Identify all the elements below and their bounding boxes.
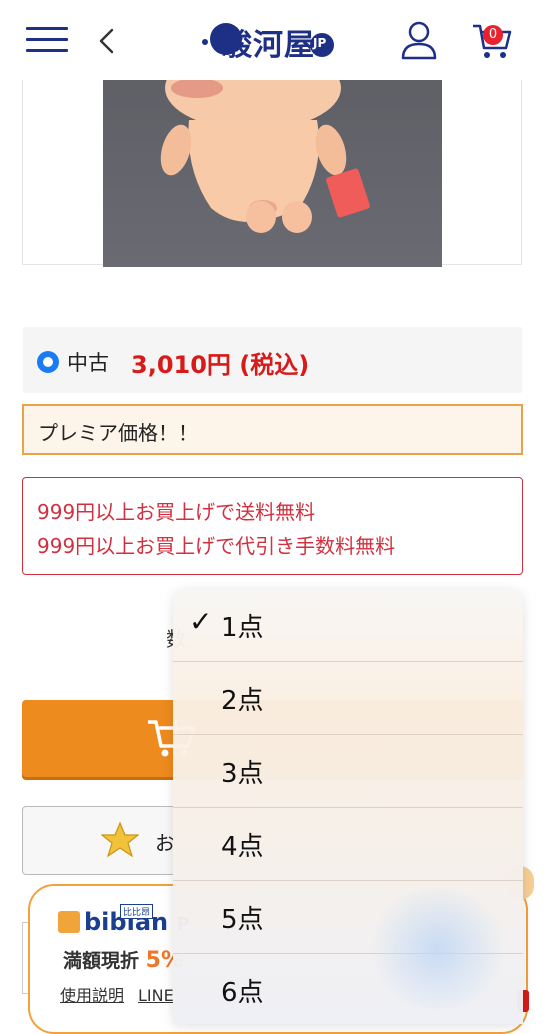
back-chevron-icon[interactable]: [96, 28, 118, 54]
quantity-picker[interactable]: ✓ 1点 2点 3点 4点 5点 6点: [173, 589, 523, 1024]
quantity-option-6[interactable]: 6点: [173, 954, 523, 1024]
premium-price-text: プレミア価格！！: [38, 421, 198, 445]
product-photo[interactable]: [103, 80, 442, 267]
price-value: 3,010円 (税込): [131, 351, 310, 379]
quantity-option-2[interactable]: 2点: [173, 662, 523, 735]
quantity-option-1[interactable]: ✓ 1点: [173, 589, 523, 662]
free-shipping-text: 999円以上お買上げで送料無料: [37, 500, 316, 524]
favorite-label: お: [155, 831, 175, 855]
site-header: 駿河屋 JP 0: [0, 0, 545, 80]
user-account-icon[interactable]: [400, 20, 438, 60]
bibian-cashback: 満額現折 5%: [63, 948, 183, 973]
line-link[interactable]: LINE: [138, 986, 174, 1005]
condition-label: 中古: [67, 351, 109, 375]
condition-radio[interactable]: [37, 351, 59, 373]
site-logo[interactable]: 駿河屋 JP: [200, 18, 340, 63]
checkmark-icon: ✓: [189, 605, 213, 638]
bibian-links: 使用説明 LINE: [60, 982, 188, 1006]
free-cod-text: 999円以上お買上げで代引き手数料無料: [37, 534, 396, 558]
logo-text: 駿河屋: [222, 28, 315, 63]
premium-price-notice: プレミア価格！！: [22, 404, 523, 455]
shipping-notice: 999円以上お買上げで送料無料 999円以上お買上げで代引き手数料無料: [22, 477, 523, 575]
usage-link[interactable]: 使用説明: [60, 986, 124, 1005]
quantity-option-4[interactable]: 4点: [173, 808, 523, 881]
quantity-option-3[interactable]: 3点: [173, 735, 523, 808]
bibian-box-icon: [58, 911, 80, 933]
plush-toy-illustration: [160, 80, 370, 233]
menu-icon[interactable]: [26, 27, 68, 53]
price-option-row[interactable]: 中古 3,010円 (税込): [23, 327, 522, 393]
cart-count-badge: 0: [483, 25, 503, 45]
logo-suffix: JP: [313, 36, 327, 50]
quantity-option-5[interactable]: 5点: [173, 881, 523, 954]
star-icon: [101, 821, 139, 858]
bibian-kana-badge: 比比昂: [120, 904, 154, 919]
